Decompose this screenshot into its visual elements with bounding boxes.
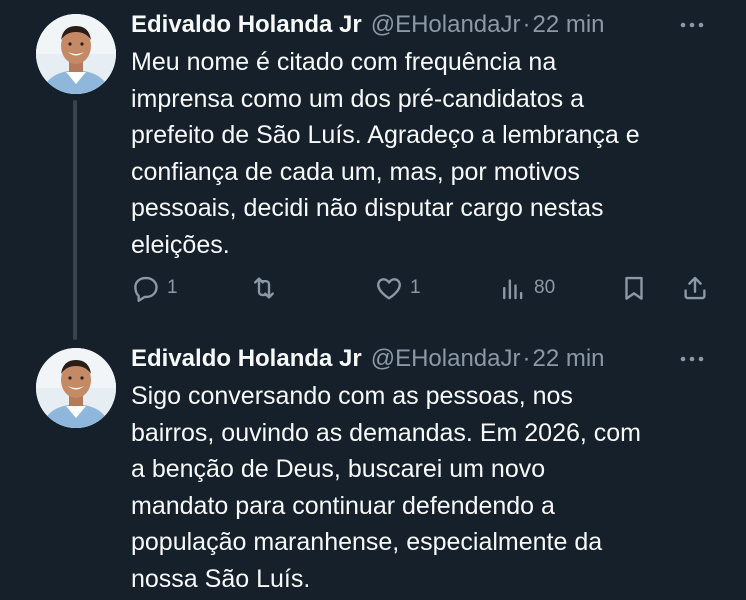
like-button[interactable]: 1 <box>374 268 421 308</box>
separator-dot: · <box>522 11 531 38</box>
tweet-timestamp[interactable]: 22 min <box>532 11 604 39</box>
thread-connector-line <box>73 100 77 340</box>
separator-dot: · <box>522 345 531 372</box>
retweet-button[interactable] <box>249 268 279 308</box>
views-button[interactable]: 80 <box>498 268 555 308</box>
tweet-header: Edivaldo Holanda Jr @EHolandaJr · 22 min <box>131 8 605 42</box>
avatar[interactable] <box>36 348 116 428</box>
tweet-actions: 1 1 80 <box>131 268 721 308</box>
author-handle[interactable]: @EHolandaJr <box>371 345 521 373</box>
share-icon <box>684 276 706 300</box>
bookmark-button[interactable] <box>619 268 649 308</box>
more-icon[interactable] <box>674 10 710 40</box>
view-count: 80 <box>534 277 556 298</box>
tweet-header: Edivaldo Holanda Jr @EHolandaJr · 22 min <box>131 342 605 376</box>
like-count: 1 <box>410 277 421 298</box>
reply-button[interactable]: 1 <box>131 268 178 308</box>
more-icon[interactable] <box>674 344 710 374</box>
retweet-icon <box>254 277 274 299</box>
author-handle[interactable]: @EHolandaJr <box>371 11 521 39</box>
tweet-text: Meu nome é citado com frequência na impr… <box>131 48 640 259</box>
avatar-photo <box>36 348 116 428</box>
tweet-timestamp[interactable]: 22 min <box>532 345 604 373</box>
reply-icon <box>134 276 158 302</box>
tweet[interactable]: Edivaldo Holanda Jr @EHolandaJr · 22 min… <box>0 0 746 340</box>
share-button[interactable] <box>680 268 710 308</box>
avatar-photo <box>36 14 116 94</box>
tweet-text: Sigo conversando com as pessoas, nos bai… <box>131 382 641 593</box>
author-name[interactable]: Edivaldo Holanda Jr <box>131 345 362 373</box>
tweet[interactable]: Edivaldo Holanda Jr @EHolandaJr · 22 min… <box>0 340 746 600</box>
heart-icon <box>377 278 401 300</box>
bookmark-icon <box>625 276 643 300</box>
avatar[interactable] <box>36 14 116 94</box>
views-icon <box>503 279 523 300</box>
reply-count: 1 <box>167 277 178 298</box>
author-name[interactable]: Edivaldo Holanda Jr <box>131 11 362 39</box>
thread-page: Edivaldo Holanda Jr @EHolandaJr · 22 min… <box>0 0 746 600</box>
